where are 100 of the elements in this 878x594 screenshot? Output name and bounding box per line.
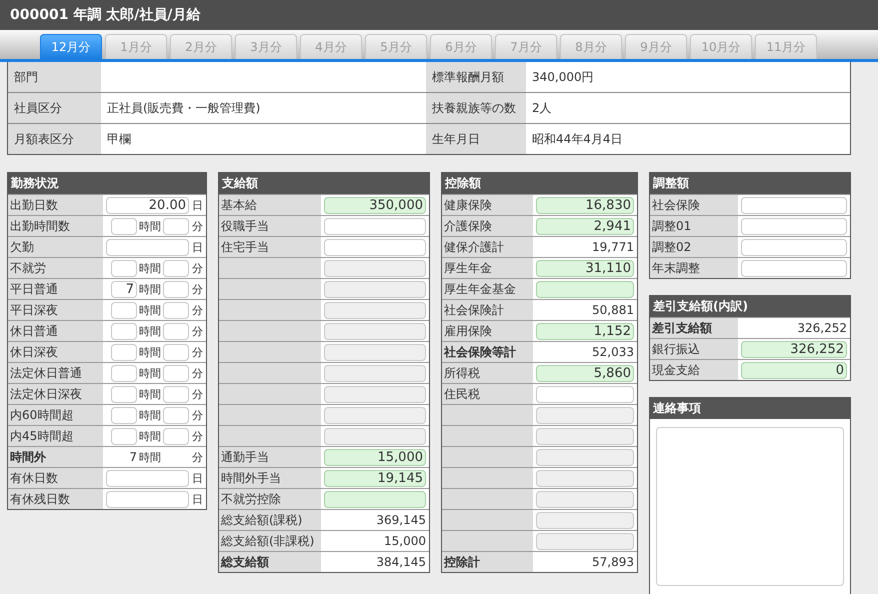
unit-label: 時間 [139, 324, 161, 338]
row-label: 雇用保険 [442, 321, 533, 341]
panel-title: 支給額 [219, 173, 429, 194]
input-field[interactable] [111, 322, 137, 340]
unit-label: 時間 [139, 450, 161, 464]
input-field[interactable] [163, 428, 189, 444]
input-field[interactable] [111, 302, 137, 318]
input-field[interactable] [111, 364, 137, 382]
panel-title: 調整額 [650, 173, 850, 194]
row-label: 平日深夜 [8, 300, 103, 320]
input-field[interactable] [163, 280, 189, 298]
unit-label: 分 [192, 218, 203, 234]
input-field[interactable] [741, 260, 847, 276]
unit-label: 時間 [139, 366, 161, 380]
row-label: 調整01 [650, 216, 738, 236]
amount-value: 326,252 [797, 321, 847, 335]
row-label: 有休日数 [8, 468, 103, 488]
amount-value: 19,771 [592, 240, 634, 254]
unit-label: 時間 [139, 302, 161, 318]
unit-label: 分 [192, 386, 203, 402]
input-field[interactable]: 7 [111, 280, 137, 298]
row-label: 社会保険計 [442, 300, 533, 320]
input-field[interactable]: 16,830 [536, 196, 634, 214]
row-label: 厚生年金基金 [442, 279, 533, 299]
amount-value: 52,033 [592, 345, 634, 359]
input-field[interactable] [163, 364, 189, 382]
input-field[interactable] [111, 406, 137, 424]
input-field[interactable] [163, 344, 189, 360]
row-label: 平日普通 [8, 279, 103, 299]
input-field[interactable] [111, 386, 137, 402]
input-field[interactable]: 31,110 [536, 260, 634, 276]
row-label: 通勤手当 [219, 447, 321, 467]
input-field[interactable] [111, 260, 137, 276]
row-label: 休日普通 [8, 321, 103, 341]
input-field[interactable] [324, 238, 426, 256]
amount-value: 50,881 [592, 303, 634, 317]
input-field[interactable] [106, 470, 189, 486]
input-field[interactable] [163, 218, 189, 234]
row-label: 法定休日普通 [8, 363, 103, 383]
unit-label: 時間 [139, 428, 161, 444]
input-field[interactable] [741, 238, 847, 256]
amount-value: 384,145 [376, 555, 426, 569]
unit-label: 分 [192, 324, 203, 338]
input-field[interactable] [111, 428, 137, 444]
input-field[interactable] [741, 196, 847, 214]
input-field[interactable] [111, 218, 137, 234]
amount-value: 15,000 [384, 534, 426, 548]
row-label: 不就労控除 [219, 489, 321, 509]
input-field[interactable] [324, 490, 426, 508]
panel-title: 差引支給額(内訳) [650, 296, 850, 317]
input-field[interactable] [741, 218, 847, 234]
input-field[interactable]: 5,860 [536, 364, 634, 382]
input-field[interactable] [536, 386, 634, 402]
row-label: 所得税 [442, 363, 533, 383]
input-field[interactable] [111, 344, 137, 360]
unit-label: 分 [192, 408, 203, 422]
input-field[interactable]: 15,000 [324, 448, 426, 466]
field-value: 甲欄 [106, 130, 132, 148]
row-label: 年末調整 [650, 258, 738, 278]
row-label: 欠勤 [8, 237, 103, 257]
row-label: 社会保険 [650, 195, 738, 215]
amount-value: 369,145 [376, 513, 426, 527]
row-label: 社会保険等計 [442, 342, 533, 362]
input-field[interactable]: 350,000 [324, 196, 426, 214]
unit-label: 日 [192, 470, 203, 486]
input-field[interactable] [106, 238, 189, 256]
row-label: 内60時間超 [8, 405, 103, 425]
unit-label: 日 [192, 492, 203, 506]
input-field[interactable]: 20.00 [106, 196, 189, 214]
input-field[interactable] [536, 280, 634, 298]
input-field[interactable]: 1,152 [536, 322, 634, 340]
unit-label: 分 [192, 282, 203, 296]
input-field[interactable] [106, 490, 189, 508]
panel-title: 勤務状況 [8, 173, 206, 194]
input-field[interactable]: 2,941 [536, 218, 634, 234]
input-field[interactable] [163, 322, 189, 340]
input-field[interactable] [163, 386, 189, 402]
row-label: 有休残日数 [8, 489, 103, 509]
input-field[interactable] [324, 218, 426, 234]
unit-label: 時間 [139, 386, 161, 402]
input-field[interactable] [163, 302, 189, 318]
row-label: 現金支給 [650, 360, 738, 380]
unit-label: 分 [192, 428, 203, 444]
unit-label: 時間 [139, 408, 161, 422]
row-label: 時間外手当 [219, 468, 321, 488]
field-label: 生年月日 [426, 124, 526, 154]
input-field[interactable] [163, 406, 189, 424]
row-label: 健保介護計 [442, 237, 533, 257]
notes-field[interactable] [656, 427, 844, 586]
row-label: 厚生年金 [442, 258, 533, 278]
input-field[interactable] [163, 260, 189, 276]
row-label: 時間外 [8, 447, 103, 467]
input-field[interactable]: 19,145 [324, 470, 426, 486]
input-field[interactable]: 326,252 [741, 340, 847, 358]
window-title: 000001 年調 太郎/社員/月給 [10, 6, 200, 24]
row-label: 銀行振込 [650, 339, 738, 359]
unit-label: 分 [192, 260, 203, 276]
input-field[interactable]: 0 [741, 362, 847, 378]
unit-label: 時間 [139, 344, 161, 360]
row-label: 総支給額(非課税) [219, 531, 321, 551]
